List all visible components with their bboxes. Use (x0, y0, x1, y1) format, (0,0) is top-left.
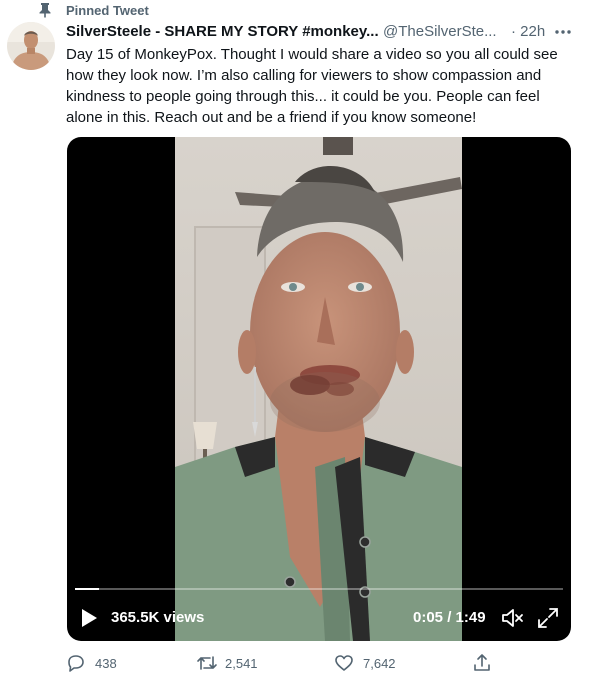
heart-icon (335, 655, 353, 671)
tweet-actions: 438 2,541 7,642 (66, 652, 586, 676)
share-icon (474, 654, 490, 671)
video-progress-fill (75, 588, 100, 590)
avatar[interactable] (7, 22, 55, 70)
tweet-text-line: how they look now. I’m also calling for … (66, 67, 542, 84)
tweet-text: Day 15 of MonkeyPox. Thought I would sha… (66, 44, 566, 128)
retweet-count: 2,541 (225, 656, 258, 671)
video-progress-bar[interactable] (75, 588, 563, 590)
tweet-text-line: Day 15 of MonkeyPox. Thought I would sha… (66, 46, 558, 63)
tweet-text-line: alone in this. Reach out and be a friend… (66, 109, 477, 126)
tweet-timestamp[interactable]: · 22h (511, 23, 545, 40)
video-frame[interactable] (175, 137, 462, 641)
more-options-icon[interactable] (552, 22, 574, 42)
pin-icon (39, 3, 51, 18)
author-handle[interactable]: @TheSilverSte... (383, 23, 497, 40)
tweet-text-line: kindness to people going through this...… (66, 88, 540, 105)
video-view-count: 365.5K views (111, 609, 205, 626)
mute-icon[interactable] (501, 607, 525, 629)
video-time: 0:05 / 1:49 (413, 609, 486, 626)
reply-count: 438 (95, 656, 117, 671)
tweet-header: SilverSteele - SHARE MY STORY #monkey...… (66, 22, 586, 44)
avatar-image (7, 22, 55, 70)
pinned-tweet-label: Pinned Tweet (66, 3, 149, 18)
like-count: 7,642 (363, 656, 396, 671)
video-player[interactable]: 365.5K views 0:05 / 1:49 (67, 137, 571, 641)
play-icon[interactable] (80, 608, 98, 628)
reply-icon (68, 655, 84, 672)
author-name[interactable]: SilverSteele - SHARE MY STORY #monkey... (66, 23, 379, 40)
fullscreen-icon[interactable] (537, 607, 559, 629)
retweet-icon (197, 656, 217, 670)
